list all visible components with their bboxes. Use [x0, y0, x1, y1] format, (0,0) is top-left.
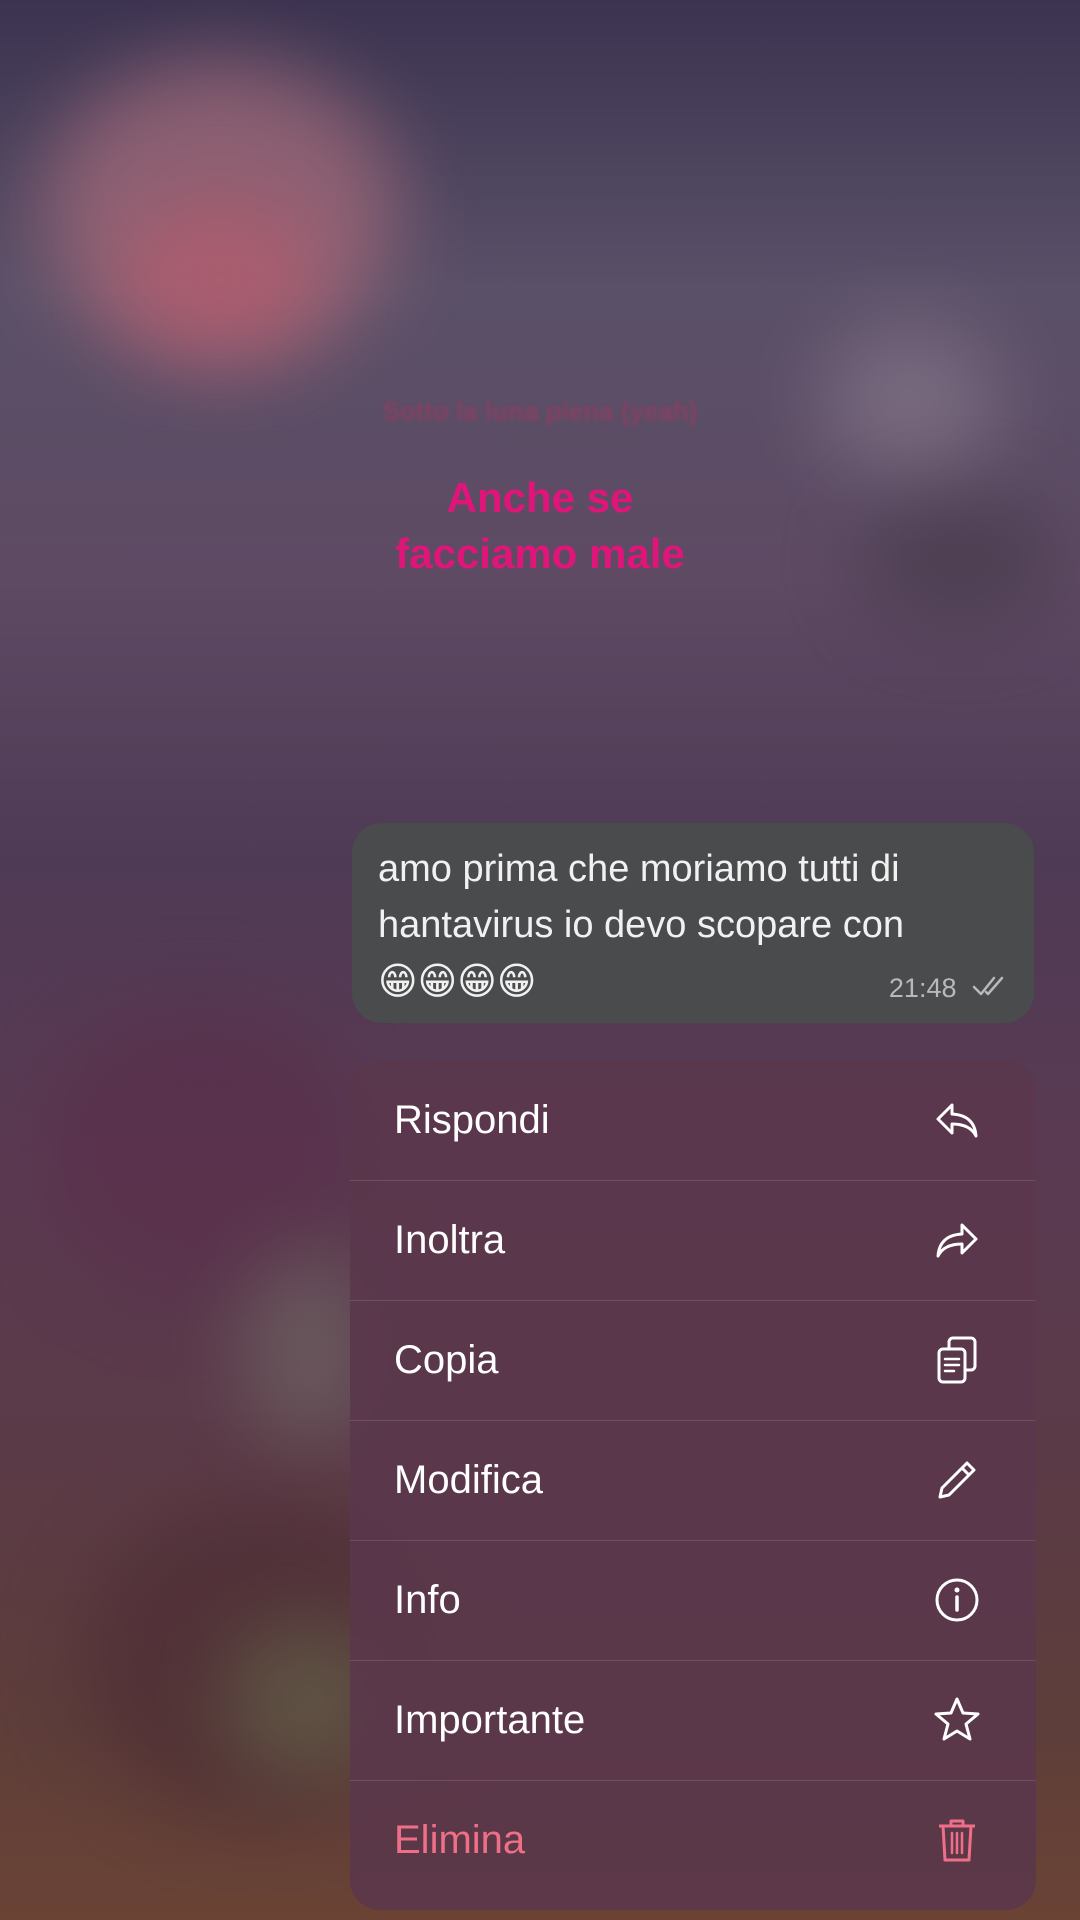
- menu-item-forward[interactable]: Inoltra: [350, 1180, 1036, 1301]
- menu-item-label: Copia: [394, 1338, 499, 1382]
- context-menu: Rispondi Inoltra Copia Modifica Info Imp…: [350, 1060, 1036, 1910]
- message-bubble[interactable]: amo prima che moriamo tutti di hantaviru…: [352, 823, 1034, 1023]
- trash-icon: [932, 1815, 982, 1865]
- message-time: 21:48: [888, 972, 957, 1003]
- star-icon: [932, 1695, 982, 1745]
- background-blur: [120, 200, 320, 360]
- message-body: amo prima che moriamo tutti di hantaviru…: [378, 848, 904, 946]
- menu-item-edit[interactable]: Modifica: [350, 1420, 1036, 1541]
- lyrics-current-line: Anche se facciamo male: [0, 470, 1080, 582]
- menu-item-label: Inoltra: [394, 1218, 506, 1262]
- message-meta: 21:48: [889, 973, 1012, 1005]
- menu-item-info[interactable]: Info: [350, 1540, 1036, 1661]
- menu-item-label: Info: [394, 1578, 461, 1622]
- forward-icon: [932, 1215, 982, 1265]
- copy-icon: [932, 1335, 982, 1385]
- menu-item-label: Rispondi: [394, 1098, 550, 1142]
- menu-item-label: Modifica: [394, 1458, 543, 1502]
- menu-item-label: Elimina: [394, 1818, 526, 1862]
- menu-item-star[interactable]: Importante: [350, 1660, 1036, 1781]
- lyrics-line-1: Anche se: [446, 474, 634, 521]
- menu-item-delete[interactable]: Elimina: [350, 1780, 1036, 1900]
- info-icon: [932, 1575, 982, 1625]
- pencil-icon: [932, 1455, 982, 1505]
- reply-icon: [932, 1095, 982, 1145]
- menu-item-reply[interactable]: Rispondi: [350, 1060, 1036, 1181]
- lyrics-line-2: facciamo male: [395, 530, 685, 577]
- message-emojis: 😁😁😁😁: [378, 959, 537, 1003]
- menu-item-label: Importante: [394, 1698, 586, 1742]
- menu-item-copy[interactable]: Copia: [350, 1300, 1036, 1421]
- lyrics-previous-line: Sotto la luna piena (yeah): [382, 396, 698, 426]
- read-ticks-icon: [972, 974, 1012, 1005]
